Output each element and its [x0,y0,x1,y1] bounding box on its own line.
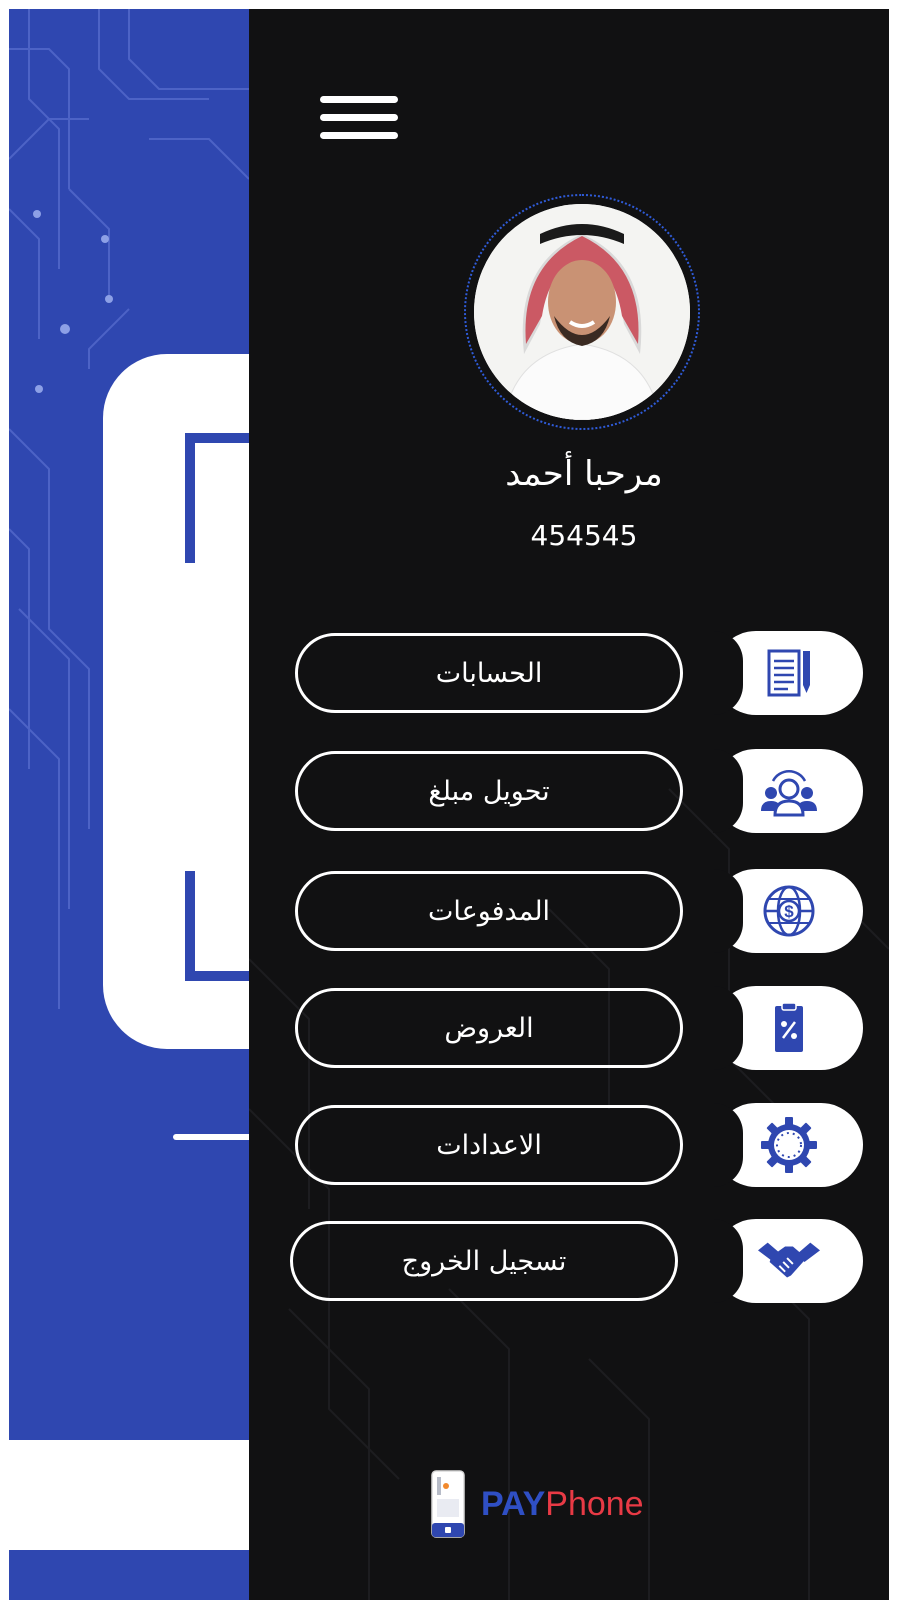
menu-item-logout[interactable]: تسجيل الخروج [249,1219,889,1303]
menu-icon-button[interactable] [713,1103,863,1187]
menu-icon-button[interactable] [713,1219,863,1303]
menu-item-label[interactable]: الاعدادات [295,1105,683,1185]
navigation-drawer: مرحبا أحمد 454545 الحسابات تحويل مبلغ ال… [249,9,889,1600]
menu-item-label[interactable]: تسجيل الخروج [290,1221,678,1301]
scan-frame-corner-top [185,433,249,563]
profile-avatar-ring [464,194,700,430]
document-pen-icon [758,643,820,703]
handshake-icon [758,1231,820,1291]
menu-item-label[interactable]: المدفوعات [295,871,683,951]
menu-icon-button[interactable] [713,986,863,1070]
svg-text:$: $ [784,902,794,921]
menu-item-transfer[interactable]: تحويل مبلغ [249,749,889,833]
phone-logo-icon [431,1470,465,1538]
menu-item-label[interactable]: العروض [295,988,683,1068]
menu-item-settings[interactable]: الاعدادات [249,1103,889,1187]
hamburger-menu-button[interactable] [320,96,398,142]
menu-item-label[interactable]: تحويل مبلغ [295,751,683,831]
menu-item-payments[interactable]: المدفوعات $ [249,869,889,953]
menu-item-offers[interactable]: العروض [249,986,889,1070]
menu-icon-button[interactable] [713,749,863,833]
avatar[interactable] [474,204,690,420]
greeting-text: مرحبا أحمد [505,454,663,494]
brand-phone-text: Phone [545,1484,644,1523]
clipboard-percent-icon [758,998,820,1058]
gear-icon [758,1115,820,1175]
background-divider [173,1134,249,1140]
scan-frame-corner-bottom [185,871,249,981]
users-transfer-icon [758,761,820,821]
background-page [9,9,249,1600]
brand-pay-text: PAY [481,1484,546,1523]
globe-dollar-icon: $ [758,881,820,941]
menu-item-label[interactable]: الحسابات [295,633,683,713]
background-footer-strip [9,1440,249,1550]
menu-item-accounts[interactable]: الحسابات [249,631,889,715]
user-id-text: 454545 [530,519,638,552]
user-photo [474,204,690,420]
menu-icon-button[interactable] [713,631,863,715]
payphone-logo: PAYPhone [429,1464,689,1544]
menu-icon-button[interactable]: $ [713,869,863,953]
